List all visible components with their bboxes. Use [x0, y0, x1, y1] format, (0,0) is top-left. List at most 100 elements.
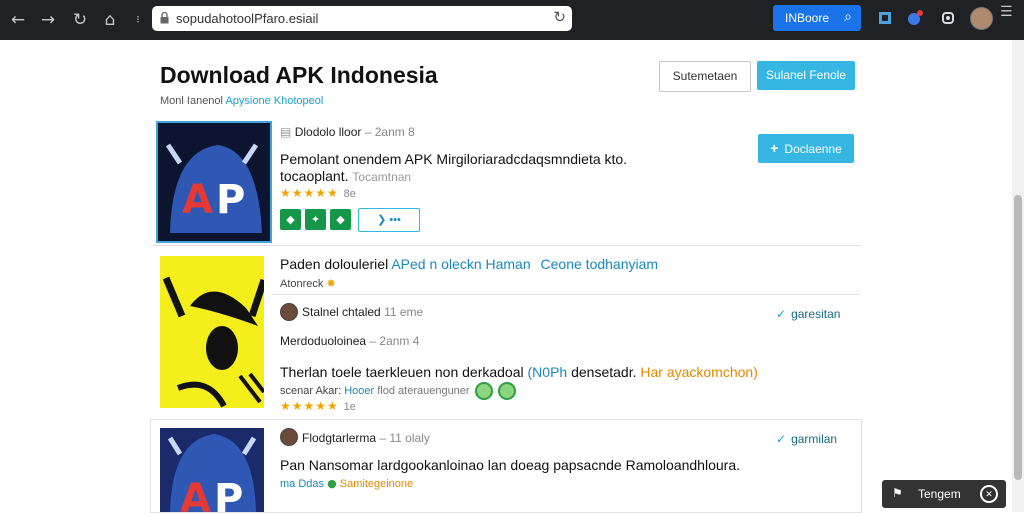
author-detail-3: – 11 olaly — [379, 431, 430, 445]
app-thumbnail[interactable]: A P — [156, 121, 272, 243]
author-detail: 11 eme — [384, 305, 424, 319]
address-bar[interactable]: sopudahotoolPfaro.esiail ↻ — [152, 6, 572, 31]
app-description-line2: tocaoplant. Tocamtnan — [280, 168, 411, 184]
svg-text:P: P — [216, 177, 245, 223]
author-meta-3: Flodgtarlerma – 11 olaly — [302, 431, 430, 445]
toolbar-search-button[interactable]: INBoore ⌕ — [773, 5, 861, 31]
app-logo-image: A P — [158, 123, 270, 241]
app-name[interactable]: Dlodolo lloor — [295, 125, 362, 139]
menu-icon[interactable]: ☰ — [1000, 5, 1013, 19]
page-info-icon[interactable]: ⁝ — [126, 8, 150, 32]
app-meta-2: Merdoduoloinea – 2anm 4 — [280, 334, 419, 348]
android-badge-icon — [474, 382, 493, 400]
app-subinfo-link[interactable]: Hooer — [344, 385, 374, 397]
author-avatar-3[interactable] — [280, 428, 298, 446]
plus-icon: + — [770, 140, 779, 156]
verified-badge: ✓ garesitan — [776, 307, 840, 321]
refresh-icon[interactable]: ↻ — [553, 8, 566, 26]
verified-label-3: garmilan — [791, 432, 838, 446]
apk-download-icon[interactable]: ✦ — [305, 209, 326, 230]
app-name-2[interactable]: Merdoduoloinea — [280, 334, 366, 348]
profile-avatar[interactable] — [970, 7, 993, 30]
floating-toast[interactable]: ⚑ Tengem ✕ — [882, 480, 1006, 508]
app-logo-image-2 — [160, 256, 264, 408]
app-subinfo-3-tag[interactable]: Samitegeinone — [340, 478, 413, 490]
rating-stars-2: ★★★★★ 1e — [280, 399, 356, 413]
app-description-2: Therlan toele taerkleuen non derkadoal (… — [280, 364, 758, 380]
lock-icon — [160, 12, 169, 24]
reload-icon[interactable]: ↻ — [68, 8, 92, 32]
download-button[interactable]: + Doclaenne — [758, 134, 854, 163]
divider — [272, 294, 860, 295]
app-subinfo: scenar Akar: Hooer flod aterauenguner — [280, 382, 516, 400]
page-title: Download APK Indonesia — [160, 62, 438, 88]
app-tag: Atonreck ✸ — [280, 277, 336, 290]
author-name-3[interactable]: Flodgtarlerma — [302, 431, 376, 445]
home-icon[interactable]: ⌂ — [98, 8, 122, 32]
rating-stars-text: ★★★★★ — [280, 186, 339, 200]
secondary-action-button[interactable]: Sutemetaen — [659, 61, 751, 92]
app-subinfo-3: ma Ddas ● Samitegeinone — [280, 477, 413, 490]
rating-stars-2-text: ★★★★★ — [280, 399, 339, 413]
subtitle-accent: Apysione Khotopeol — [225, 95, 324, 107]
close-icon[interactable]: ✕ — [980, 485, 998, 503]
app-subinfo-gray: flod aterauenguner — [377, 384, 470, 397]
verified-label: garesitan — [791, 307, 841, 321]
app-headline-text: Paden dolouleriel — [280, 256, 389, 272]
subtitle-plain: Monl Ianenol — [160, 95, 223, 107]
author-meta: Stalnel chtaled 11 eme — [302, 305, 423, 319]
app-description-line2-text: tocaoplant. — [280, 168, 349, 184]
app-description: Pemolant onendem APK Mirgiloriaradcdaqsm… — [280, 151, 628, 167]
author-name[interactable]: Stalnel chtaled — [302, 305, 381, 319]
svg-text:A: A — [180, 476, 211, 512]
check-icon: ✓ — [776, 307, 787, 321]
app-description-line2-gray: Tocamtnan — [352, 170, 412, 184]
play-store-icon[interactable]: ◆ — [330, 209, 351, 230]
leaf-icon: ● — [327, 477, 337, 490]
primary-action-button[interactable]: Sulanel Fenole — [757, 61, 855, 90]
svg-text:P: P — [214, 476, 243, 512]
url-text: sopudahotoolPfaro.esiail — [176, 11, 319, 26]
app-description-2-mid: densetadr. — [571, 364, 637, 380]
android-badge-icon-2 — [497, 382, 516, 400]
verified-badge-3: ✓ garmilan — [776, 432, 837, 446]
app-description-2-highlight[interactable]: Har ayackomchon) — [640, 364, 758, 380]
app-description-3: Pan Nansomar lardgookanloinao lan doeag … — [280, 457, 740, 473]
scrollbar-thumb[interactable] — [1014, 195, 1022, 480]
app-logo-image-3: A P — [160, 428, 264, 512]
page-subtitle: Monl Ianenol Apysione Khotopeol — [160, 95, 323, 107]
app-meta: ▤ Dlodolo lloor – 2anm 8 — [280, 125, 415, 139]
search-icon: ⌕ — [844, 9, 852, 25]
svg-text:A: A — [182, 177, 213, 223]
app-headline-link[interactable]: APed n oleckn Haman — [391, 256, 530, 272]
forward-icon[interactable]: → — [36, 8, 60, 32]
app-tag-text: Atonreck — [280, 278, 324, 290]
app-thumbnail-3[interactable]: A P — [160, 428, 264, 512]
app-meta-detail-2: – 2anm 4 — [369, 334, 420, 348]
author-avatar[interactable] — [280, 303, 298, 321]
toolbar-search-label: INBoore — [785, 11, 830, 25]
app-description-2-text: Therlan toele taerkleuen non derkadoal — [280, 364, 524, 380]
check-icon-3: ✓ — [776, 432, 787, 446]
app-headline-link-2[interactable]: Ceone todhanyiam — [541, 256, 659, 272]
back-icon[interactable]: ← — [6, 8, 30, 32]
android-download-icon[interactable]: ◆ — [280, 209, 301, 230]
rating-stars: ★★★★★ 8e — [280, 186, 356, 200]
share-button[interactable]: ❯ ••• — [358, 208, 420, 232]
app-headline: Paden dolouleriel APed n oleckn Haman Ce… — [280, 256, 658, 272]
page-scrollbar[interactable] — [1012, 40, 1024, 512]
notification-extension-icon[interactable] — [907, 10, 923, 26]
pin-icon: ⚑ — [892, 486, 903, 500]
app-description-2-link[interactable]: (N0Ph — [528, 364, 568, 380]
extension-icon[interactable] — [877, 10, 893, 26]
toast-label: Tengem — [918, 487, 961, 501]
browser-toolbar: ← → ↻ ⌂ ⁝ sopudahotoolPfaro.esiail ↻ INB… — [0, 0, 1024, 40]
app-thumbnail-2[interactable] — [160, 256, 264, 408]
app-meta-detail: – 2anm 8 — [364, 125, 415, 139]
download-button-label: Doclaenne — [784, 142, 842, 156]
app-subinfo-3-link[interactable]: ma Ddas — [280, 478, 324, 490]
settings-extension-icon[interactable] — [940, 10, 956, 26]
rating-count: 8e — [343, 188, 356, 200]
rating-count-2: 1e — [343, 401, 356, 413]
app-subinfo-text: scenar Akar: — [280, 384, 342, 397]
